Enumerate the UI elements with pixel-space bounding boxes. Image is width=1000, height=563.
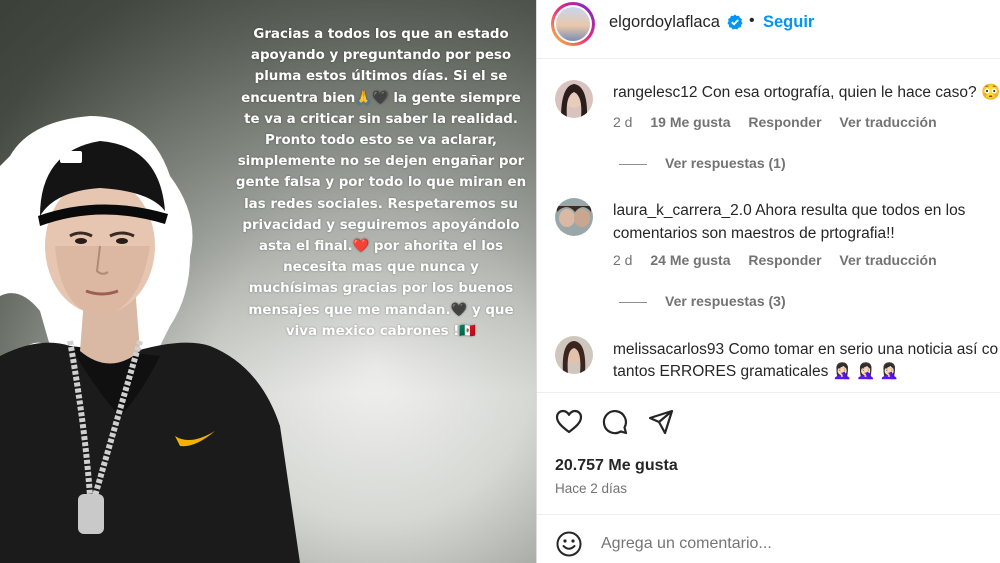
author-avatar[interactable]: [551, 2, 595, 46]
post-timestamp[interactable]: Hace 2 días: [555, 481, 627, 496]
story-line: las redes sociales. Respetaremos su: [244, 196, 518, 212]
story-line: pluma estos últimos días. Si el se: [254, 69, 508, 85]
comment-icon[interactable]: [601, 408, 629, 436]
comment-text-line: rangelesc12 Con esa ortografía, quien le…: [613, 81, 999, 104]
story-line: Gracias a todos los que an estado: [253, 27, 509, 42]
post-media[interactable]: Gracias a todos los que an estado apoyan…: [0, 0, 536, 563]
commenter-username[interactable]: laura_k_carrera_2.0: [613, 202, 752, 219]
comment-meta: 2 d 19 Me gusta Responder Ver traducción: [613, 114, 951, 130]
story-line: simplemente no se dejen engañar por: [237, 154, 525, 170]
view-replies-label: Ver respuestas (1): [665, 155, 786, 171]
actions-divider: [537, 392, 1000, 393]
commenter-avatar[interactable]: [555, 336, 593, 374]
avatar-image: [555, 336, 593, 374]
heart-icon[interactable]: [555, 408, 583, 436]
comment-body: Ahora resulta que todos en los: [755, 202, 966, 219]
add-comment-input[interactable]: [601, 535, 901, 553]
verified-badge-icon: [727, 14, 743, 30]
header-separator: •: [749, 12, 755, 29]
story-line: apoyando y preguntando por peso: [250, 48, 512, 64]
translate-button[interactable]: Ver traducción: [839, 252, 936, 268]
commenter-username[interactable]: rangelesc12: [613, 84, 697, 101]
reply-button[interactable]: Responder: [748, 114, 821, 130]
story-line: muchísimas gracias por los buenos: [248, 281, 514, 297]
replies-divider: [619, 163, 647, 165]
replies-divider: [619, 301, 647, 303]
view-replies-button[interactable]: Ver respuestas (3): [619, 293, 786, 309]
share-icon[interactable]: [647, 408, 675, 436]
post-header: elgordoylaflaca • Seguir: [537, 0, 1000, 59]
view-replies-label: Ver respuestas (3): [665, 293, 786, 309]
story-line: gente falsa y por todo lo que miran en: [235, 175, 527, 191]
story-line: encuentra bien🙏🖤 la gente siempre: [241, 90, 521, 106]
story-line: privacidad y seguiremos apoyándolo: [242, 217, 520, 233]
comment-body-continued: tantos ERRORES gramaticales 🤦🏻‍♀️ 🤦🏻‍♀️ …: [613, 363, 900, 380]
commenter-avatar[interactable]: [555, 198, 593, 236]
post-panel: elgordoylaflaca • Seguir rangelesc12 Con…: [536, 0, 1000, 563]
comment-time[interactable]: 2 d: [613, 114, 632, 130]
story-line: viva mexico cabrones !🇲🇽: [285, 323, 477, 339]
comment-time[interactable]: 2 d: [613, 252, 632, 268]
comment-likes[interactable]: 19 Me gusta: [650, 114, 730, 130]
story-line: mensajes que me mandan.🖤 y que: [248, 302, 514, 318]
comment-likes[interactable]: 24 Me gusta: [650, 252, 730, 268]
comment-body-continued: comentarios son maestros de prtografia!!: [613, 225, 895, 242]
comment-text-line: comentarios son maestros de prtografia!!: [613, 222, 999, 245]
translate-button[interactable]: Ver traducción: [839, 114, 936, 130]
comment-text-line: laura_k_carrera_2.0 Ahora resulta que to…: [613, 199, 999, 222]
commenter-username[interactable]: melissacarlos93: [613, 341, 724, 358]
composer-divider: [537, 514, 1000, 515]
story-line: Pronto todo esto se va aclarar,: [265, 133, 497, 149]
post-likes-count[interactable]: 20.757 Me gusta: [555, 457, 678, 475]
view-replies-button[interactable]: Ver respuestas (1): [619, 155, 786, 171]
comment-body: Con esa ortografía, quien le hace caso? …: [701, 84, 999, 101]
commenter-avatar[interactable]: [555, 80, 593, 118]
avatar-image: [555, 198, 593, 236]
comment-body: Como tomar en serio una noticia así con: [728, 341, 999, 358]
follow-button[interactable]: Seguir: [763, 13, 814, 32]
author-username[interactable]: elgordoylaflaca: [609, 13, 720, 32]
emoji-icon[interactable]: [555, 530, 583, 558]
story-line: te va a criticar sin saber la realidad.: [244, 111, 518, 127]
avatar-image: [555, 80, 593, 118]
reply-button[interactable]: Responder: [748, 252, 821, 268]
story-line: necesita mas que nunca y: [283, 260, 479, 276]
comment-meta: 2 d 24 Me gusta Responder Ver traducción: [613, 252, 951, 268]
story-text: Gracias a todos los que an estado apoyan…: [228, 24, 534, 342]
comment-text-line: tantos ERRORES gramaticales 🤦🏻‍♀️ 🤦🏻‍♀️ …: [613, 360, 999, 383]
comment-text-line: melissacarlos93 Como tomar en serio una …: [613, 338, 999, 361]
story-line: asta el final.❤️ por ahorita el los: [258, 239, 504, 255]
